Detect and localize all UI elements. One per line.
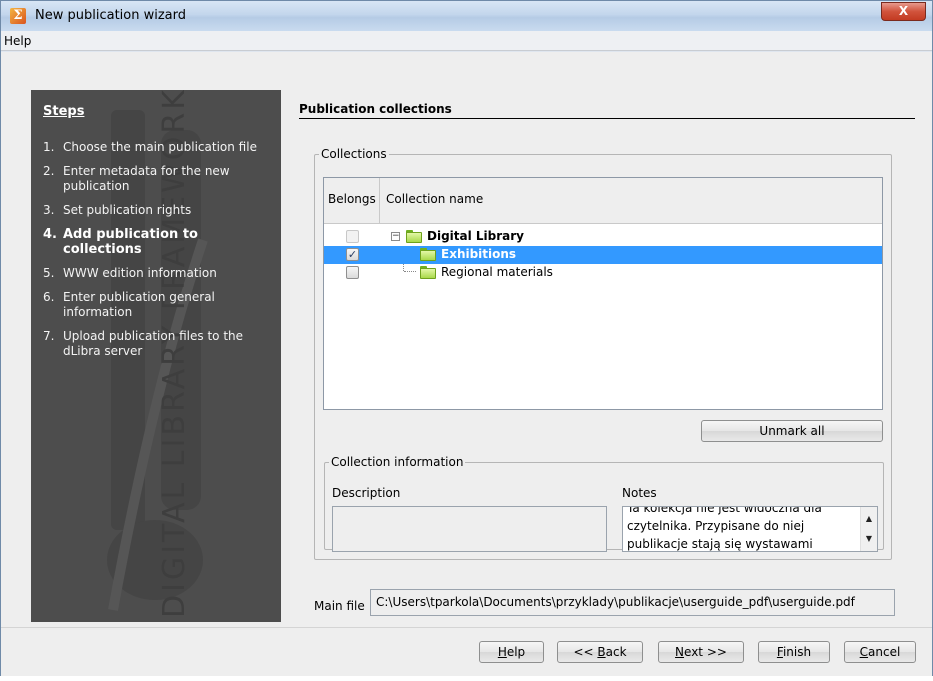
step-number: 1.: [43, 140, 55, 154]
collections-table[interactable]: Belongs Collection name − Digital Librar…: [323, 177, 883, 410]
step-label: WWW edition information: [63, 266, 217, 280]
main-file-field[interactable]: C:\Users\tparkola\Documents\przyklady\pu…: [370, 589, 895, 616]
step-label: Enter publication general information: [63, 290, 215, 319]
table-header: Belongs Collection name: [324, 178, 882, 224]
collection-name[interactable]: Regional materials: [441, 265, 553, 279]
notes-text: Ta kolekcja nie jest widoczna dla czytel…: [627, 506, 822, 551]
step-label: Choose the main publication file: [63, 140, 257, 154]
collections-legend: Collections: [319, 147, 389, 161]
folder-icon: [420, 248, 436, 261]
collection-information-legend: Collection information: [329, 455, 466, 469]
belongs-checkbox[interactable]: [346, 266, 359, 279]
step-label: Enter metadata for the new publication: [63, 164, 230, 193]
next-button[interactable]: Next >>: [658, 641, 744, 663]
folder-icon: [406, 230, 422, 243]
close-window-button[interactable]: X: [881, 2, 926, 21]
help-button[interactable]: Help: [479, 641, 544, 663]
menu-bar: Help: [1, 31, 932, 51]
dlibra-app-icon: Σ: [10, 8, 26, 24]
description-label: Description: [332, 486, 401, 500]
step-number: 3.: [43, 203, 55, 217]
collection-name[interactable]: Digital Library: [427, 229, 524, 243]
step-item: 3. Set publication rights: [43, 203, 275, 218]
finish-button[interactable]: Finish: [758, 641, 830, 663]
step-number: 5.: [43, 266, 55, 280]
description-field[interactable]: [332, 506, 607, 552]
section-divider: [299, 118, 915, 119]
belongs-checkbox[interactable]: ✓: [346, 248, 359, 261]
wizard-content: DIGITAL LIBRARY FRAMEWORK Steps 1. Choose…: [1, 52, 932, 676]
step-item: 2. Enter metadata for the new publication: [43, 164, 275, 194]
step-number: 6.: [43, 290, 55, 304]
folder-icon: [420, 266, 436, 279]
menu-help[interactable]: Help: [4, 34, 31, 48]
steps-title: Steps: [43, 104, 85, 119]
table-row[interactable]: ✓ Exhibitions: [324, 246, 882, 264]
notes-scrollbar[interactable]: ▲ ▼: [860, 507, 877, 551]
title-bar[interactable]: Σ New publication wizard X: [1, 1, 932, 31]
step-item: 5. WWW edition information: [43, 266, 275, 281]
column-header-belongs[interactable]: Belongs: [324, 178, 380, 224]
notes-label: Notes: [622, 486, 657, 500]
step-item: 6. Enter publication general information: [43, 290, 275, 320]
belongs-checkbox: [346, 230, 359, 243]
main-file-label: Main file: [314, 599, 365, 613]
step-number: 2.: [43, 164, 55, 178]
collapse-icon[interactable]: −: [391, 232, 400, 241]
step-item: 7. Upload publication files to the dLibra…: [43, 329, 275, 359]
step-label: Add publication to collections: [63, 227, 198, 257]
unmark-all-button[interactable]: Unmark all: [701, 420, 883, 442]
cancel-button[interactable]: Cancel: [844, 641, 916, 663]
table-row[interactable]: Regional materials: [324, 264, 882, 282]
collection-name[interactable]: Exhibitions: [441, 247, 516, 261]
collection-information-group: Collection information Description Notes…: [324, 455, 884, 552]
step-label: Upload publication files to the dLibra s…: [63, 329, 244, 358]
scroll-down-icon[interactable]: ▼: [861, 531, 877, 547]
wizard-window: Σ New publication wizard X Help DIGITAL …: [0, 0, 933, 676]
collections-group: Collections Belongs Collection name − Di…: [314, 147, 892, 560]
step-label: Set publication rights: [63, 203, 192, 217]
window-title: New publication wizard: [35, 8, 187, 23]
step-item: 1. Choose the main publication file: [43, 140, 275, 155]
step-number: 7.: [43, 329, 55, 343]
section-title: Publication collections: [299, 102, 452, 116]
step-item: 4. Add publication to collections: [43, 227, 275, 257]
steps-list: 1. Choose the main publication file 2. Ente…: [43, 140, 275, 368]
back-button[interactable]: << Back: [557, 641, 643, 663]
notes-field[interactable]: Ta kolekcja nie jest widoczna dla czytel…: [622, 506, 878, 552]
steps-panel: DIGITAL LIBRARY FRAMEWORK Steps 1. Choose…: [31, 90, 281, 622]
step-number: 4.: [43, 227, 57, 242]
scroll-up-icon[interactable]: ▲: [861, 511, 877, 527]
table-row[interactable]: − Digital Library: [324, 228, 882, 246]
column-header-collection-name[interactable]: Collection name: [381, 178, 483, 224]
button-bar-divider: [1, 627, 932, 628]
